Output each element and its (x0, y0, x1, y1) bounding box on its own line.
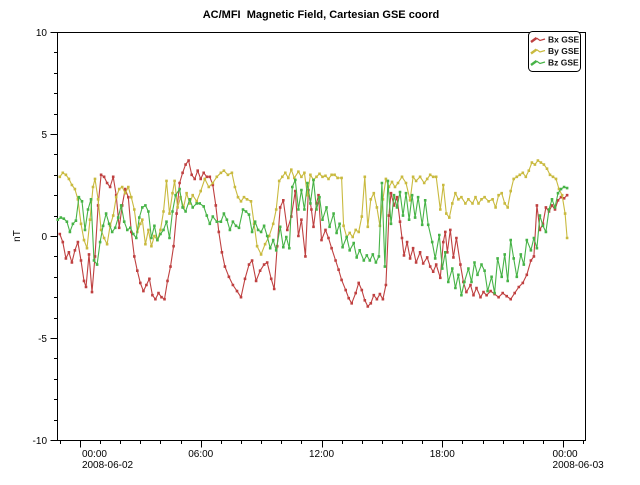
x-axis-date-label: 2008-06-03 (553, 460, 605, 471)
x-tick-label: 06:00 (188, 449, 213, 460)
magnetic-field-chart: AC/MFI Magnetic Field, Cartesian GSE coo… (0, 0, 640, 480)
x-tick-label: 12:00 (309, 449, 334, 460)
chart-title: AC/MFI Magnetic Field, Cartesian GSE coo… (57, 9, 585, 21)
legend-label-by: By GSE (548, 46, 580, 56)
y-tick-label: -5 (38, 334, 47, 345)
y-tick-label: 5 (41, 130, 47, 141)
y-tick-label: 10 (36, 28, 48, 39)
y-axis-unit-label: nT (12, 230, 23, 242)
x-tick-label: 18:00 (430, 449, 455, 460)
legend-label-bz: Bz GSE (548, 58, 579, 68)
series-by-line (60, 161, 567, 255)
plot-canvas: -10-50510nT00:002008-06-0206:0012:0018:0… (0, 0, 640, 480)
x-axis-date-label: 2008-06-02 (82, 460, 134, 471)
x-tick-label: 00:00 (553, 449, 578, 460)
y-tick-label: 0 (41, 232, 47, 243)
y-tick-label: -10 (33, 436, 48, 447)
legend-label-bx: Bx GSE (548, 35, 580, 45)
x-tick-label: 00:00 (82, 449, 107, 460)
series-by-markers (59, 159, 569, 256)
